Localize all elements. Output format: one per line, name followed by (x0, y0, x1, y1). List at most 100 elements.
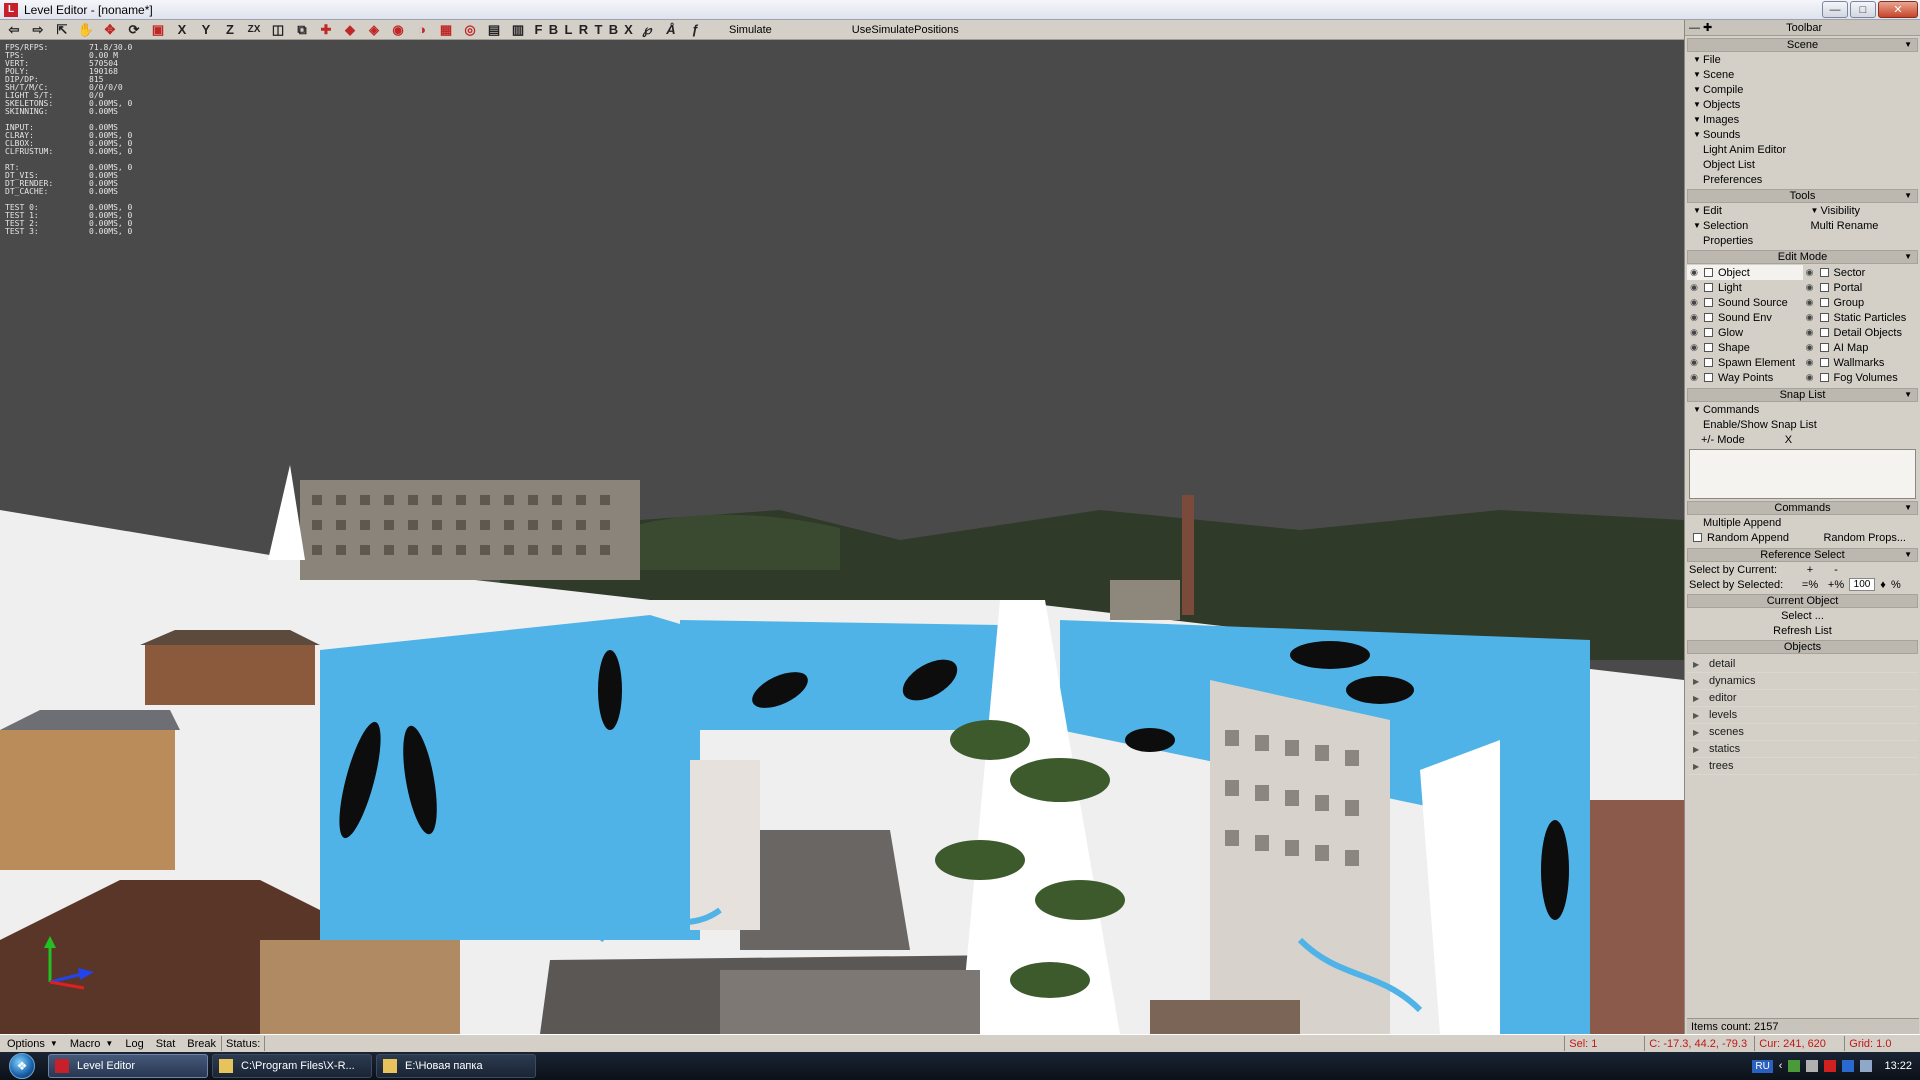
edit-mode-item[interactable]: ◉ Spawn Element (1687, 355, 1803, 370)
visibility-eye-icon[interactable]: ◉ (1687, 282, 1701, 293)
scene-menu-item[interactable]: ▼ Compile (1685, 82, 1920, 97)
edit-mode-item[interactable]: ◉ Shape (1687, 340, 1803, 355)
clock[interactable]: 13:22 (1884, 1060, 1912, 1072)
view-front-button[interactable]: F (532, 21, 545, 39)
normal-align-icon[interactable]: ◎ (460, 21, 480, 39)
edit-mode-item[interactable]: ◉ Light (1687, 280, 1803, 295)
snap-mode-button[interactable]: +/- Mode (1701, 434, 1745, 446)
view-top-button[interactable]: T (592, 21, 605, 39)
bluetooth-icon[interactable] (1842, 1060, 1855, 1072)
visibility-eye-icon[interactable]: ◉ (1687, 327, 1701, 338)
expand-arrow-icon[interactable]: ▶ (1693, 660, 1709, 669)
axis-z-button[interactable]: Z (220, 21, 240, 39)
edit-mode-checkbox[interactable] (1704, 343, 1713, 352)
select-object-button[interactable]: Select ... (1685, 608, 1920, 623)
edit-mode-checkbox[interactable] (1819, 373, 1829, 382)
edit-mode-section-header[interactable]: Edit Mode ▼ (1687, 250, 1918, 264)
snap-list-section-header[interactable]: Snap List ▼ (1687, 388, 1918, 402)
tools-selection[interactable]: ▼ Selection (1685, 218, 1803, 233)
scale-icon[interactable]: ▣ (148, 21, 168, 39)
percent-spin-icon[interactable]: ♦ (1875, 579, 1891, 591)
axis-zx-button[interactable]: ZX (244, 21, 264, 39)
expand-arrow-icon[interactable]: ▶ (1693, 745, 1709, 754)
edit-mode-checkbox[interactable] (1704, 313, 1713, 322)
antivirus-icon[interactable] (1824, 1060, 1837, 1072)
objects-tree-item[interactable]: ▶ editor (1687, 690, 1918, 707)
scene-menu-item[interactable]: ▼ Images (1685, 112, 1920, 127)
object-snap-icon[interactable]: ◆ (340, 21, 360, 39)
view-right-button[interactable]: R (577, 21, 590, 39)
objects-section-header[interactable]: Objects (1687, 640, 1918, 654)
snap-list-box[interactable] (1689, 449, 1916, 499)
view-back-button[interactable]: B (547, 21, 560, 39)
select-arrow-icon[interactable]: ⇱ (52, 21, 72, 39)
tools-properties[interactable]: Properties (1685, 233, 1920, 248)
snap-point-icon[interactable]: ✚ (316, 21, 336, 39)
close-button[interactable]: ✕ (1878, 1, 1918, 18)
taskbar-item-program-files[interactable]: C:\Program Files\X-R... (212, 1054, 372, 1078)
objects-tree-item[interactable]: ▶ trees (1687, 758, 1918, 775)
perspective-icon[interactable]: ℘ (637, 21, 657, 39)
select-current-minus-button[interactable]: - (1823, 564, 1849, 576)
current-object-section-header[interactable]: Current Object (1687, 594, 1918, 608)
hand-icon[interactable]: ✋ (76, 21, 96, 39)
objects-tree-item[interactable]: ▶ dynamics (1687, 673, 1918, 690)
macro-dropdown[interactable]: Macro ▼ (65, 1036, 118, 1051)
move-icon[interactable]: ✥ (100, 21, 120, 39)
random-append-checkbox[interactable]: Random Append (1693, 532, 1789, 544)
stat-button[interactable]: Stat (151, 1036, 181, 1051)
edit-mode-item[interactable]: ◉ Sound Env (1687, 310, 1803, 325)
snap-clear-button[interactable]: X (1785, 434, 1792, 446)
axis-x-button[interactable]: X (172, 21, 192, 39)
edit-mode-item[interactable]: ◉ Sector (1803, 265, 1919, 280)
select-eq-pct-button[interactable]: =% (1797, 579, 1823, 591)
snap-rotate-icon[interactable]: ◉ (388, 21, 408, 39)
edit-mode-checkbox[interactable] (1819, 268, 1829, 277)
volume-icon[interactable] (1860, 1060, 1873, 1072)
expand-arrow-icon[interactable]: ▶ (1693, 694, 1709, 703)
view-bottom-button[interactable]: B (607, 21, 620, 39)
edit-mode-checkbox[interactable] (1819, 343, 1829, 352)
objects-tree-item[interactable]: ▶ scenes (1687, 724, 1918, 741)
expand-arrow-icon[interactable]: ▶ (1693, 762, 1709, 771)
scene-menu-item[interactable]: ▼ Scene (1685, 67, 1920, 82)
edit-mode-item[interactable]: ◉ Static Particles (1803, 310, 1919, 325)
edit-mode-checkbox[interactable] (1704, 328, 1713, 337)
view-left-button[interactable]: L (562, 21, 575, 39)
edit-mode-item[interactable]: ◉ AI Map (1803, 340, 1919, 355)
edit-mode-item[interactable]: ◉ Object (1687, 265, 1803, 280)
visibility-eye-icon[interactable]: ◉ (1687, 357, 1701, 368)
scene-menu-item[interactable]: Light Anim Editor (1685, 142, 1920, 157)
edit-mode-item[interactable]: ◉ Glow (1687, 325, 1803, 340)
tray-app-icon[interactable] (1806, 1060, 1819, 1072)
taskbar-item-new-folder[interactable]: E:\Новая папка (376, 1054, 536, 1078)
redo-icon[interactable]: ⇨ (28, 21, 48, 39)
expand-arrow-icon[interactable]: ▶ (1693, 728, 1709, 737)
objects-tree[interactable]: ▶ detail ▶ dynamics ▶ editor ▶ levels ▶ scenes ▶ st… (1687, 656, 1918, 994)
random-props-button[interactable]: Random Props... (1823, 532, 1906, 544)
break-button[interactable]: Break (182, 1036, 221, 1051)
tools-multi-rename[interactable]: Multi Rename (1803, 218, 1920, 233)
expand-arrow-icon[interactable]: ▶ (1693, 711, 1709, 720)
language-indicator[interactable]: RU (1752, 1059, 1773, 1073)
visibility-eye-icon[interactable]: ◉ (1687, 372, 1701, 383)
copy-icon[interactable]: ⧉ (292, 21, 312, 39)
minimize-button[interactable]: — (1822, 1, 1848, 18)
select-plus-pct-button[interactable]: +% (1823, 579, 1849, 591)
use-simulate-positions-button[interactable]: UseSimulatePositions (852, 24, 959, 36)
edit-mode-item[interactable]: ◉ Sound Source (1687, 295, 1803, 310)
objects-tree-item[interactable]: ▶ statics (1687, 741, 1918, 758)
edit-mode-item[interactable]: ◉ Fog Volumes (1803, 370, 1919, 385)
edit-mode-item[interactable]: ◉ Group (1803, 295, 1919, 310)
vertex-snap-icon[interactable]: ◈ (364, 21, 384, 39)
edit-mode-item[interactable]: ◉ Wallmarks (1803, 355, 1919, 370)
tools-visibility[interactable]: ▼ Visibility (1803, 203, 1920, 218)
enable-show-snap-list[interactable]: Enable/Show Snap List (1685, 417, 1920, 432)
panel-collapse-icon[interactable]: — ✚ (1689, 21, 1712, 34)
edit-mode-item[interactable]: ◉ Detail Objects (1803, 325, 1919, 340)
zoom-extent-icon[interactable]: ▤ (484, 21, 504, 39)
axis-y-button[interactable]: Y (196, 21, 216, 39)
visibility-eye-icon[interactable]: ◉ (1803, 282, 1817, 293)
edit-mode-item[interactable]: ◉ Way Points (1687, 370, 1803, 385)
visibility-eye-icon[interactable]: ◉ (1803, 312, 1817, 323)
